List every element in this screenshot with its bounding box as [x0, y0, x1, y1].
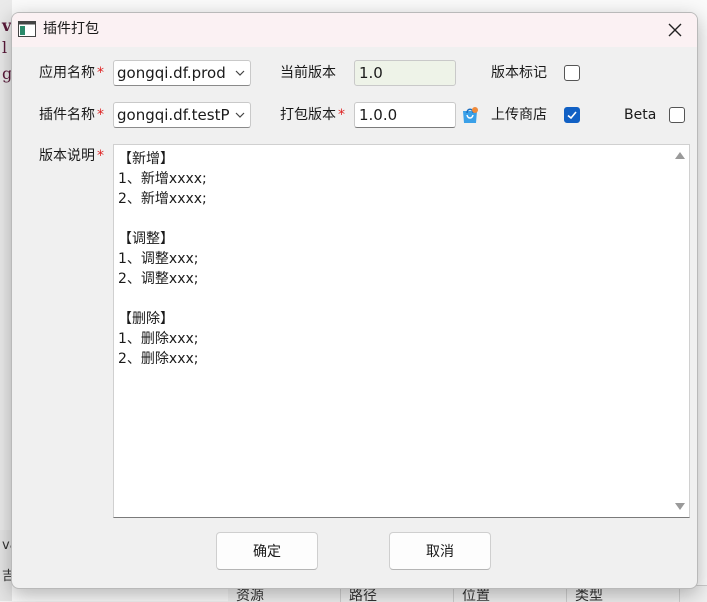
close-icon	[668, 23, 682, 37]
notes-label-text: 版本说明	[39, 148, 95, 164]
current-version-label: 当前版本	[280, 65, 336, 81]
notes-scrollbar[interactable]	[669, 145, 689, 517]
plugin-name-combobox[interactable]: gongqi.df.testP	[113, 102, 251, 128]
chevron-down-icon	[235, 70, 245, 76]
plugin-name-label: 插件名称 *	[39, 105, 104, 125]
app-name-label: 应用名称 *	[39, 63, 104, 83]
app-name-label-text: 应用名称	[39, 65, 95, 81]
chevron-down-icon	[235, 112, 245, 118]
cancel-button[interactable]: 取消	[389, 532, 491, 570]
upload-store-label: 上传商店	[491, 107, 547, 123]
store-bag-icon[interactable]	[461, 106, 479, 124]
version-mark-checkbox[interactable]	[564, 65, 580, 81]
app-name-combobox[interactable]: gongqi.df.prod	[113, 60, 251, 86]
scroll-down-arrow-icon[interactable]	[675, 503, 685, 510]
pack-version-label-text: 打包版本	[280, 107, 336, 123]
release-notes-textarea[interactable]: 【新增】 1、新增xxxx; 2、新增xxxx; 【调整】 1、调整xxx; 2…	[113, 144, 690, 518]
background-text: v	[2, 16, 12, 35]
beta-checkbox[interactable]	[669, 107, 685, 123]
upload-store-checkbox[interactable]	[564, 107, 580, 123]
background-text: l	[2, 38, 8, 57]
release-notes-text[interactable]: 【新增】 1、新增xxxx; 2、新增xxxx; 【调整】 1、调整xxx; 2…	[118, 149, 666, 513]
pack-version-label: 打包版本 *	[280, 105, 345, 125]
notes-label: 版本说明 *	[39, 146, 104, 166]
dialog-titlebar[interactable]: 插件打包	[12, 13, 697, 47]
checkmark-icon	[567, 111, 577, 120]
pack-version-input[interactable]	[354, 102, 456, 128]
scroll-up-arrow-icon[interactable]	[675, 152, 685, 159]
ok-button[interactable]: 确定	[216, 532, 318, 570]
beta-label: Beta	[624, 107, 657, 123]
app-name-value: gongqi.df.prod	[117, 64, 226, 82]
app-window-icon	[18, 21, 36, 37]
close-button[interactable]	[653, 13, 697, 47]
required-mark: *	[97, 65, 104, 81]
required-mark: *	[97, 107, 104, 123]
required-mark: *	[338, 107, 345, 123]
plugin-name-value: gongqi.df.testP	[117, 106, 230, 124]
plugin-name-label-text: 插件名称	[39, 107, 95, 123]
dialog-title: 插件打包	[43, 21, 99, 37]
version-mark-label: 版本标记	[491, 65, 547, 81]
required-mark: *	[97, 148, 104, 164]
plugin-pack-dialog: 插件打包 应用名称* gongqi.df.prod 当前版本 版本标记 插件名称…	[11, 12, 698, 589]
current-version-field[interactable]	[354, 60, 456, 86]
